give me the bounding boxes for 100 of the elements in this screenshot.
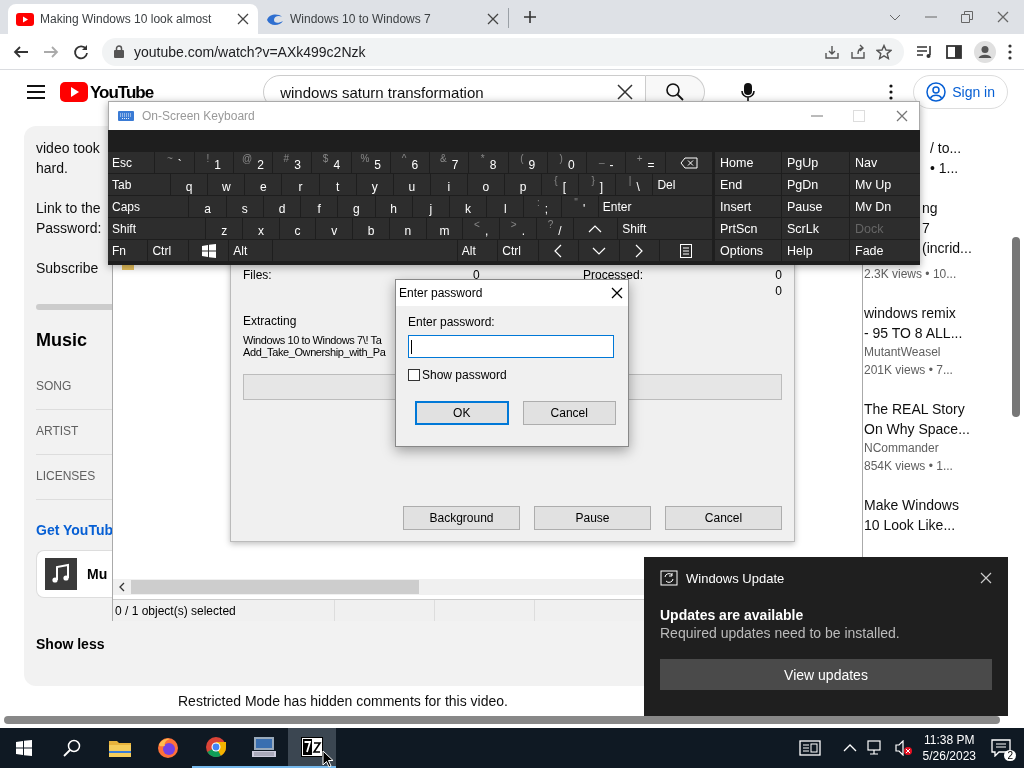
keyboard-key[interactable]: p	[505, 174, 542, 195]
keyboard-key[interactable]: y	[356, 174, 393, 195]
address-bar[interactable]: youtube.com/watch?v=AXk499c2Nzk	[102, 37, 904, 66]
keyboard-key[interactable]: a	[189, 196, 226, 217]
keyboard-key[interactable]: ( 9	[508, 152, 547, 173]
keyboard-key[interactable]: Options	[715, 240, 781, 261]
keyboard-key[interactable]: r	[282, 174, 319, 195]
keyboard-key[interactable]: } ]	[579, 174, 616, 195]
keyboard-key[interactable]: Fade	[850, 240, 920, 261]
dialog-button[interactable]: OK	[415, 401, 509, 425]
scrollbar-thumb[interactable]	[131, 580, 419, 594]
keyboard-key[interactable]: q	[171, 174, 208, 195]
keyboard-key[interactable]: f	[301, 196, 338, 217]
keyboard-key[interactable]: End	[715, 174, 781, 195]
keyboard-key[interactable]: g	[338, 196, 375, 217]
keyboard-key[interactable]: d	[263, 196, 301, 217]
keyboard-key[interactable]: w	[208, 174, 245, 195]
keyboard-key[interactable]: : ;	[524, 196, 561, 217]
keyboard-key[interactable]: Mv Dn	[850, 196, 920, 217]
keyboard-key[interactable]: + =	[626, 152, 665, 173]
dialog-button[interactable]: Cancel	[665, 506, 782, 530]
keyboard-key[interactable]: i	[430, 174, 467, 195]
keyboard-key[interactable]	[659, 240, 712, 261]
keyboard-key[interactable]: n	[389, 218, 426, 239]
link[interactable]: Get YouTub	[36, 522, 113, 538]
keyboard-key[interactable]: Caps	[108, 196, 189, 217]
keyboard-key[interactable]: Esc	[108, 152, 155, 173]
keyboard-key[interactable]: | \	[616, 174, 653, 195]
keyboard-key[interactable]: Nav	[850, 152, 920, 173]
keyboard-key[interactable]: % 5	[351, 152, 390, 173]
keyboard-key[interactable]: m	[426, 218, 463, 239]
show-less-link[interactable]: Show less	[36, 636, 105, 652]
video-title[interactable]: 10 Look Like...	[864, 515, 1014, 535]
keyboard-key[interactable]: l	[487, 196, 524, 217]
dialog-button[interactable]: Background	[403, 506, 520, 530]
keyboard-key[interactable]: ^ 6	[390, 152, 430, 173]
music-card[interactable]: Mu	[36, 550, 112, 598]
keyboard-key[interactable]: > .	[500, 218, 536, 239]
keyboard-key[interactable]: x	[243, 218, 279, 239]
keyboard-key[interactable]: ScrLk	[782, 218, 849, 239]
keyboard-key[interactable]: Del	[653, 174, 712, 195]
keyboard-key[interactable]: e	[245, 174, 282, 195]
playlist-icon[interactable]	[916, 43, 934, 60]
keyboard-key[interactable]: s	[226, 196, 263, 217]
video-title[interactable]: windows remix	[864, 303, 1014, 323]
share-icon[interactable]	[850, 43, 866, 60]
keyboard-key[interactable]: Shift	[108, 218, 206, 239]
clock[interactable]: 11:38 PM 5/26/2023	[922, 732, 976, 764]
keyboard-key[interactable]	[188, 240, 229, 261]
keyboard-key[interactable]: j	[412, 196, 449, 217]
download-icon[interactable]	[824, 43, 840, 60]
view-updates-button[interactable]: View updates	[660, 659, 992, 690]
keyboard-key[interactable]: ~ `	[155, 152, 194, 173]
keyboard-key[interactable]: h	[375, 196, 412, 217]
dialog-button[interactable]: Cancel	[522, 401, 616, 425]
scrollbar[interactable]	[1012, 237, 1020, 417]
keyboard-key[interactable]: * 8	[469, 152, 508, 173]
kebab-menu-icon[interactable]	[889, 84, 894, 100]
keyboard-key[interactable]: ! 1	[194, 152, 233, 173]
chevron-up-icon[interactable]	[842, 743, 857, 753]
keyboard-key[interactable]: k	[450, 196, 487, 217]
keyboard-key[interactable]: Insert	[715, 196, 781, 217]
keyboard-key[interactable]: { [	[542, 174, 579, 195]
keyboard-key[interactable]: Tab	[108, 174, 171, 195]
keyboard-key[interactable]: Enter	[598, 196, 712, 217]
keyboard-key[interactable]: PrtScn	[715, 218, 781, 239]
kebab-menu-icon[interactable]	[1008, 43, 1012, 60]
keyboard-key[interactable]: Alt	[457, 240, 498, 261]
keyboard-key[interactable]: o	[467, 174, 504, 195]
keyboard-key[interactable]: Home	[715, 152, 781, 173]
keyboard-key[interactable]	[665, 152, 712, 173]
close-icon[interactable]	[610, 286, 624, 300]
keyboard-key[interactable]: # 3	[273, 152, 312, 173]
keyboard-key[interactable]: _ -	[587, 152, 626, 173]
keyboard-key[interactable]: ) 0	[547, 152, 587, 173]
plus-icon[interactable]	[523, 10, 537, 24]
keyboard-key[interactable]: Mv Up	[850, 174, 920, 195]
menu-icon[interactable]	[26, 84, 46, 100]
keyboard-key[interactable]: & 7	[430, 152, 469, 173]
keyboard-key[interactable]: $ 4	[312, 152, 351, 173]
keyboard-key[interactable]: Help	[782, 240, 849, 261]
browser-tab[interactable]: Making Windows 10 look almost	[8, 4, 258, 34]
video-title[interactable]: On Why Space...	[864, 419, 1014, 439]
video-title[interactable]: The REAL Story	[864, 399, 1014, 419]
password-field[interactable]	[408, 335, 614, 358]
restore-icon[interactable]	[960, 10, 974, 24]
keyboard-key[interactable]: u	[393, 174, 430, 195]
keyboard-key[interactable]: b	[353, 218, 389, 239]
taskbar-app[interactable]	[288, 728, 336, 768]
keyboard-key[interactable]: @ 2	[233, 152, 273, 173]
keyboard-key[interactable]: PgUp	[782, 152, 849, 173]
video-title[interactable]: Make Windows	[864, 495, 1014, 515]
checkbox[interactable]	[408, 369, 420, 381]
star-icon[interactable]	[876, 43, 892, 60]
notification-button[interactable]: 2	[986, 733, 1016, 763]
keyboard-key[interactable]: Ctrl	[148, 240, 188, 261]
keyboard-key[interactable]: Shift	[618, 218, 712, 239]
keyboard-key[interactable]: Alt	[229, 240, 272, 261]
muted-speaker-icon[interactable]	[894, 740, 913, 756]
keyboard-key[interactable]: c	[279, 218, 316, 239]
